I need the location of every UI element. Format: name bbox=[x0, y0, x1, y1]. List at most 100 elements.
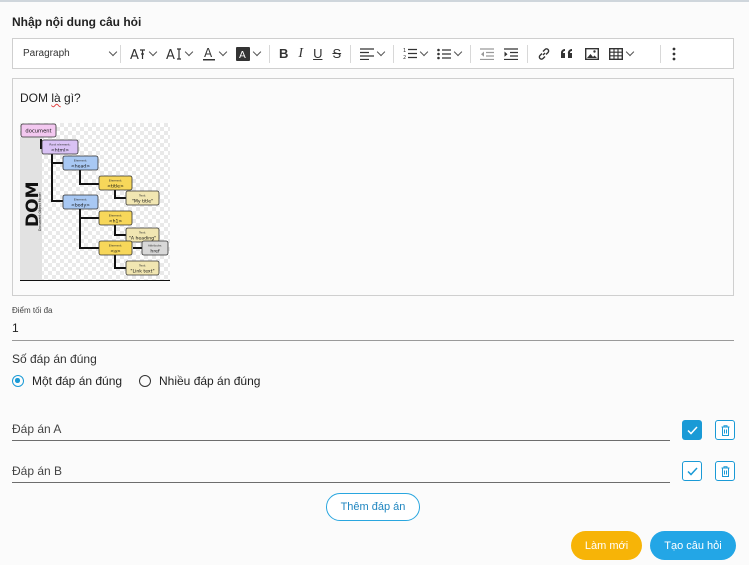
svg-text:A: A bbox=[130, 48, 139, 61]
top-border bbox=[0, 0, 749, 2]
answer-a-delete-button[interactable] bbox=[715, 420, 735, 440]
svg-text:<h1>: <h1> bbox=[109, 219, 123, 225]
table-button[interactable] bbox=[606, 42, 636, 66]
radio-selected-icon bbox=[12, 375, 24, 387]
blockquote-icon bbox=[561, 48, 573, 58]
dom-tree-image[interactable]: DOM Document Object Model document Root … bbox=[20, 123, 170, 281]
chevron-down-icon bbox=[419, 47, 429, 57]
question-text: DOM là gì? bbox=[20, 91, 81, 105]
svg-text:<body>: <body> bbox=[71, 203, 90, 209]
numbered-list-button[interactable]: 12 bbox=[400, 42, 430, 66]
answer-a-input[interactable] bbox=[12, 422, 670, 441]
max-score-label: Điểm tối đa bbox=[12, 306, 53, 315]
svg-text:Text:: Text: bbox=[138, 231, 146, 235]
svg-text:2: 2 bbox=[403, 55, 406, 60]
svg-text:Text:: Text: bbox=[138, 264, 146, 268]
toolbar-divider bbox=[269, 44, 270, 63]
more-options-icon bbox=[672, 47, 676, 60]
font-size-button[interactable]: A bbox=[127, 42, 159, 66]
chevron-down-icon bbox=[376, 47, 386, 57]
add-answer-button[interactable]: Thêm đáp án bbox=[326, 493, 420, 521]
svg-text:"My title": "My title" bbox=[132, 199, 153, 205]
radio-multiple-label: Nhiều đáp án đúng bbox=[159, 374, 261, 388]
svg-text:Element:: Element: bbox=[109, 244, 122, 248]
svg-text:<head>: <head> bbox=[71, 164, 90, 170]
chevron-down-icon bbox=[108, 47, 118, 57]
italic-button[interactable]: I bbox=[295, 42, 306, 66]
numbered-list-icon: 12 bbox=[403, 48, 418, 60]
svg-text:href: href bbox=[150, 249, 160, 255]
image-button[interactable] bbox=[582, 42, 602, 66]
reset-button[interactable]: Làm mới bbox=[571, 531, 642, 560]
link-button[interactable] bbox=[534, 42, 554, 66]
underline-icon: U bbox=[313, 46, 323, 61]
svg-text:Element:: Element: bbox=[109, 179, 122, 183]
outdent-button[interactable] bbox=[477, 42, 497, 66]
bold-icon: B bbox=[279, 46, 289, 61]
indent-button[interactable] bbox=[501, 42, 521, 66]
svg-text:Element:: Element: bbox=[74, 198, 87, 202]
blockquote-button[interactable] bbox=[558, 42, 578, 66]
answer-b-input[interactable] bbox=[12, 464, 670, 483]
svg-text:Attribute:: Attribute: bbox=[148, 244, 162, 248]
toolbar-divider bbox=[350, 44, 352, 63]
toolbar-divider bbox=[527, 44, 529, 63]
font-size-icon: A bbox=[130, 48, 145, 61]
indent-icon bbox=[504, 47, 519, 60]
svg-text:A: A bbox=[204, 46, 213, 60]
radio-single-correct[interactable]: Một đáp án đúng bbox=[12, 374, 122, 388]
svg-text:Root element:: Root element: bbox=[49, 143, 70, 147]
chevron-down-icon bbox=[453, 47, 463, 57]
question-editor[interactable]: DOM là gì? DOM Document Object Model doc… bbox=[12, 78, 734, 296]
svg-text:A: A bbox=[166, 48, 175, 61]
dom-side-label: Document Object Model bbox=[38, 192, 42, 231]
more-options-button[interactable] bbox=[669, 42, 679, 66]
max-score-input[interactable]: 1 bbox=[12, 321, 19, 335]
toolbar-divider bbox=[470, 44, 472, 63]
create-question-button[interactable]: Tạo câu hỏi bbox=[650, 531, 736, 560]
svg-text:Text:: Text: bbox=[138, 194, 146, 198]
answer-b-correct-toggle[interactable] bbox=[682, 461, 702, 481]
chevron-down-icon bbox=[252, 47, 262, 57]
svg-text:<title>: <title> bbox=[107, 184, 124, 190]
bold-button[interactable]: B bbox=[276, 42, 291, 66]
svg-text:"Link text": "Link text" bbox=[130, 269, 154, 275]
strikethrough-icon: S bbox=[332, 46, 342, 61]
check-icon bbox=[686, 466, 698, 476]
radio-multiple-correct[interactable]: Nhiều đáp án đúng bbox=[139, 374, 260, 388]
chevron-down-icon bbox=[625, 47, 635, 57]
page-title: Nhập nội dung câu hỏi bbox=[12, 15, 142, 29]
align-button[interactable] bbox=[357, 42, 387, 66]
svg-text:A: A bbox=[239, 50, 246, 61]
trash-icon bbox=[721, 465, 729, 477]
underline-button[interactable]: U bbox=[310, 42, 325, 66]
chevron-down-icon bbox=[218, 47, 228, 57]
svg-text:<a>: <a> bbox=[110, 249, 121, 255]
svg-text:Element:: Element: bbox=[74, 159, 87, 163]
svg-text:Element:: Element: bbox=[109, 214, 122, 218]
spellcheck-word: là bbox=[51, 91, 61, 105]
italic-icon: I bbox=[298, 45, 304, 61]
outdent-icon bbox=[480, 47, 495, 60]
font-family-button[interactable]: A bbox=[163, 42, 195, 66]
radio-unselected-icon bbox=[139, 375, 151, 387]
font-color-button[interactable]: A bbox=[199, 42, 229, 66]
bulleted-list-button[interactable] bbox=[434, 42, 464, 66]
font-background-color-icon: A bbox=[236, 46, 250, 61]
radio-single-label: Một đáp án đúng bbox=[32, 374, 123, 388]
paragraph-label: Paragraph bbox=[23, 48, 70, 59]
chevron-down-icon bbox=[184, 47, 194, 57]
editor-toolbar: Paragraph A A A A B I U S 12 bbox=[12, 38, 734, 69]
font-color-icon: A bbox=[203, 46, 215, 61]
strikethrough-button[interactable]: S bbox=[329, 42, 344, 66]
svg-text:1: 1 bbox=[403, 48, 406, 54]
paragraph-dropdown[interactable]: Paragraph bbox=[13, 39, 118, 68]
correct-count-label: Số đáp án đúng bbox=[12, 352, 97, 366]
align-icon bbox=[360, 47, 375, 60]
trash-icon bbox=[721, 424, 729, 436]
toolbar-divider bbox=[393, 44, 395, 63]
answer-a-correct-toggle[interactable] bbox=[682, 420, 702, 440]
font-background-color-button[interactable]: A bbox=[233, 42, 263, 66]
answer-b-delete-button[interactable] bbox=[715, 461, 735, 481]
svg-text:document: document bbox=[25, 129, 51, 135]
